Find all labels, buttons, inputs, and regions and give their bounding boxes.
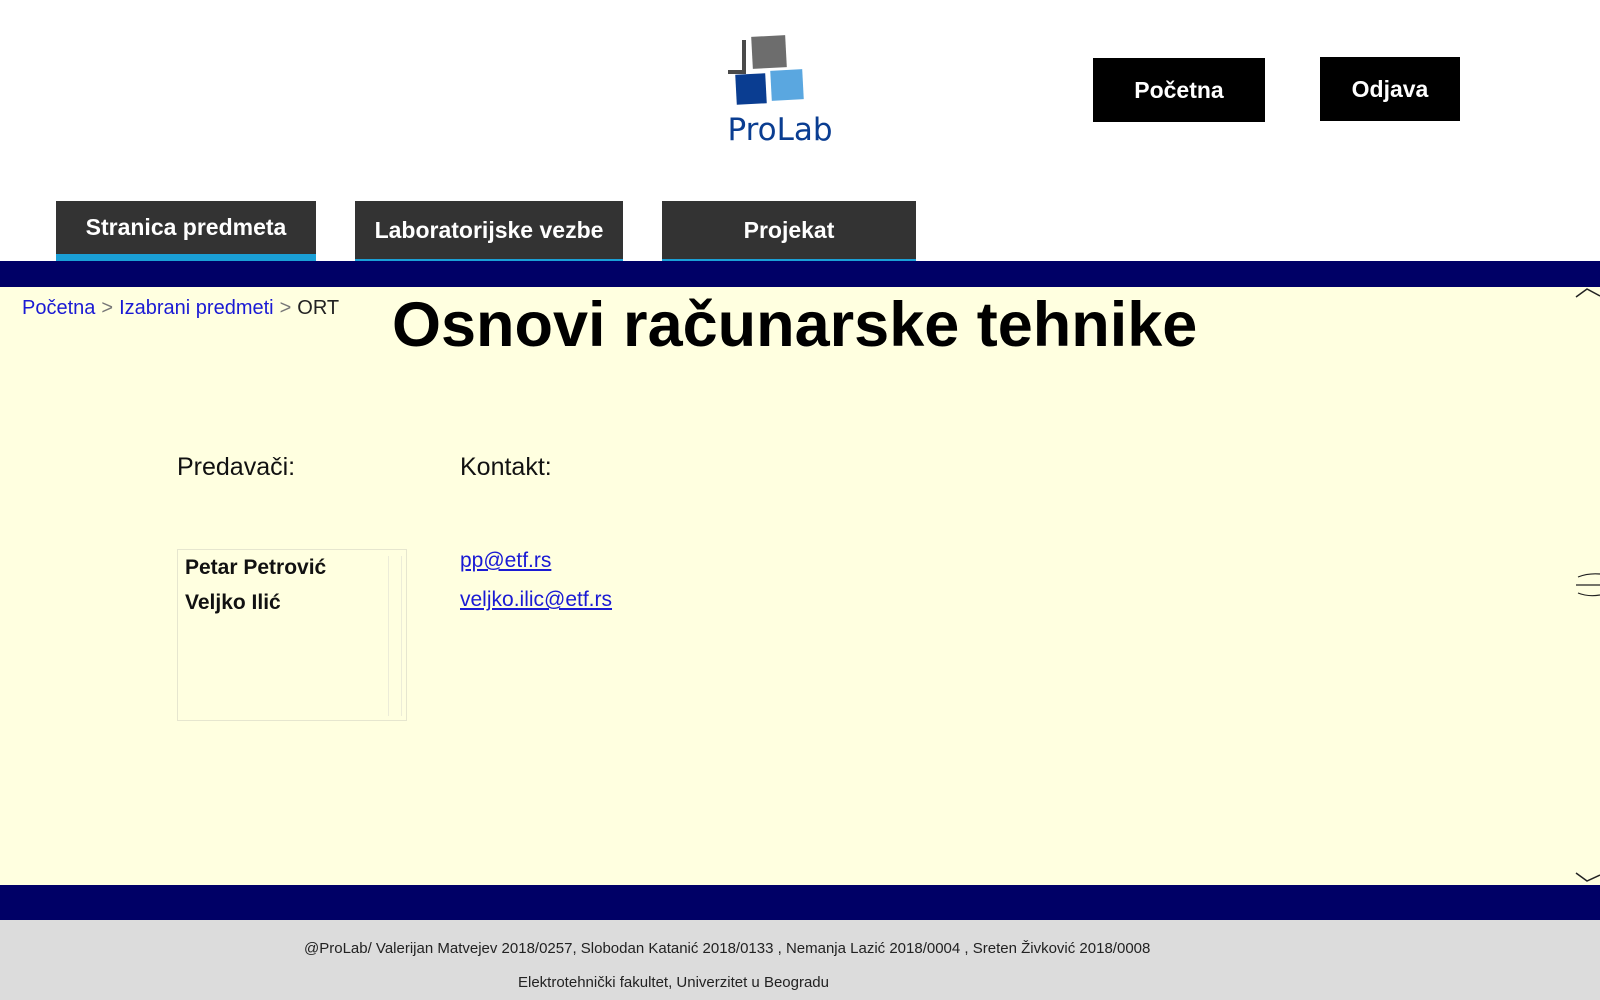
prolab-logo[interactable]: ProLab [720,28,840,152]
lecturer-item: Petar Petrović [185,556,327,579]
breadcrumb-separator: > [101,297,114,319]
scroll-thumb-icon [1577,573,1600,578]
contact-email-link[interactable]: veljko.ilic@etf.rs [460,588,612,612]
top-band [0,261,1600,287]
logo-squares-icon [728,35,804,105]
lecturer-item: Veljko Ilić [185,591,281,614]
tab-course-page[interactable]: Stranica predmeta [56,201,316,261]
scroll-up-icon [1575,288,1600,298]
page-title: Osnovi računarske tehnike [392,290,1198,360]
tab-lab-exercises[interactable]: Laboratorijske vezbe [355,201,623,261]
contact-email-link[interactable]: pp@etf.rs [460,549,551,573]
page: ProLab Početna Odjava Stranica predmeta … [0,0,1600,1000]
course-content: Početna > Izabrani predmeti > ORT Osnovi rač… [0,287,1575,885]
bottom-band [0,885,1600,920]
tab-project[interactable]: Projekat [662,201,916,261]
home-button[interactable]: Početna [1093,58,1265,122]
scrollbar-track [1575,288,1600,882]
lecturers-scrollbar[interactable] [388,556,402,716]
contact-label: Kontakt: [460,453,552,481]
logo-text: ProLab [727,112,833,148]
lecturers-label: Predavači: [177,453,296,481]
breadcrumb-separator: > [279,297,292,319]
breadcrumb: Početna > Izabrani predmeti > ORT [22,297,339,320]
footer: @ProLab/ Valerijan Matvejev 2018/0257, S… [0,920,1600,1000]
breadcrumb-selected-courses[interactable]: Izabrani predmeti [119,297,274,319]
scroll-down-icon [1575,872,1600,882]
breadcrumb-current: ORT [297,297,340,319]
breadcrumb-home[interactable]: Početna [22,297,95,319]
lecturers-list[interactable]: Petar Petrović Veljko Ilić [177,549,407,721]
logout-button[interactable]: Odjava [1320,57,1460,121]
page-scrollbar[interactable] [1574,287,1600,885]
footer-institution: Elektrotehnički fakultet, Univerzitet u … [518,974,829,991]
footer-authors: @ProLab/ Valerijan Matvejev 2018/0257, S… [304,940,1151,957]
